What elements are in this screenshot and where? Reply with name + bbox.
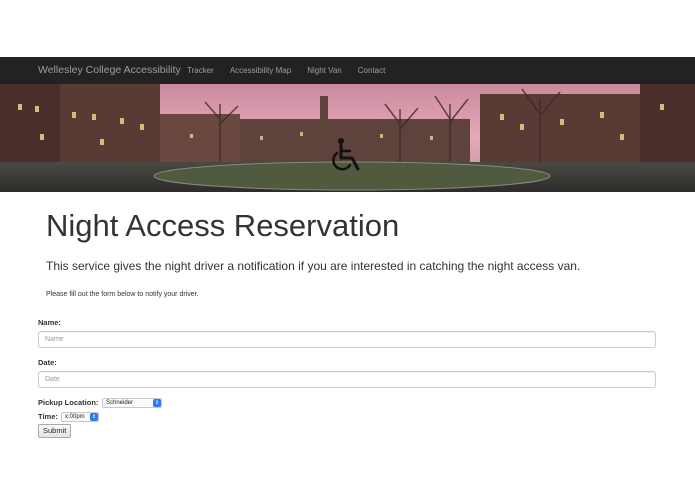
- pickup-location-value: Schneider: [106, 400, 134, 406]
- nav-links: Tracker Accessibility Map Night Van Cont…: [187, 66, 385, 75]
- select-arrows-icon: ⇕: [90, 413, 98, 421]
- page-title: Night Access Reservation: [46, 208, 400, 243]
- time-value: x:00pm: [65, 414, 85, 420]
- wheelchair-icon: [332, 138, 360, 171]
- hero-banner: [0, 84, 695, 192]
- pickup-location-label: Pickup Location:: [38, 398, 99, 407]
- time-label: Time:: [38, 412, 58, 421]
- nav-link-tracker[interactable]: Tracker: [187, 66, 214, 75]
- select-arrows-icon: ⇕: [153, 399, 161, 407]
- lead-text: This service gives the night driver a no…: [46, 259, 581, 273]
- time-select[interactable]: x:00pm ⇕: [61, 412, 99, 422]
- top-navbar: Wellesley College Accessibility Tracker …: [0, 57, 695, 85]
- name-label: Name:: [38, 318, 61, 327]
- name-input[interactable]: [38, 331, 656, 348]
- form-instructions: Please fill out the form below to notify…: [46, 291, 199, 298]
- nav-link-accessibility-map[interactable]: Accessibility Map: [230, 66, 291, 75]
- brand-link[interactable]: Wellesley College Accessibility: [38, 64, 181, 76]
- date-input[interactable]: [38, 371, 656, 388]
- pickup-location-select[interactable]: Schneider ⇕: [102, 398, 162, 408]
- submit-button[interactable]: Submit: [38, 424, 72, 438]
- date-label: Date:: [38, 358, 57, 367]
- nav-link-contact[interactable]: Contact: [358, 66, 386, 75]
- nav-link-night-van[interactable]: Night Van: [307, 66, 342, 75]
